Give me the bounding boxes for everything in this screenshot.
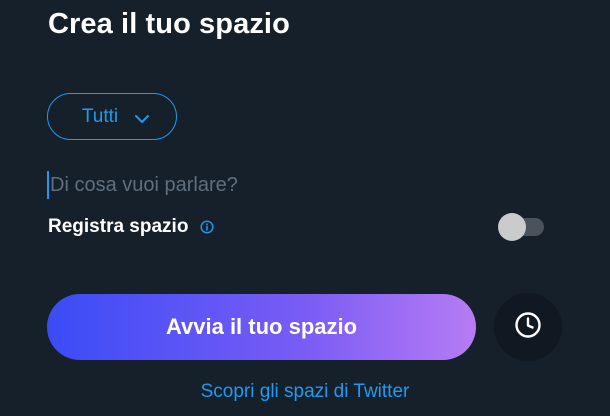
audience-selector[interactable]: Tutti bbox=[47, 93, 177, 140]
record-space-toggle[interactable] bbox=[498, 213, 546, 241]
record-space-row: Registra spazio bbox=[48, 214, 214, 240]
discover-spaces-link[interactable]: Scopri gli spazi di Twitter bbox=[0, 381, 610, 403]
discover-spaces-label: Scopri gli spazi di Twitter bbox=[200, 381, 410, 402]
topic-input[interactable] bbox=[50, 173, 430, 197]
text-cursor bbox=[47, 171, 49, 199]
topic-field bbox=[47, 168, 467, 202]
start-space-button[interactable]: Avvia il tuo spazio bbox=[47, 294, 476, 360]
audience-selector-label: Tutti bbox=[81, 105, 119, 127]
schedule-button[interactable] bbox=[494, 293, 562, 361]
clock-icon bbox=[513, 310, 543, 345]
info-icon[interactable] bbox=[200, 220, 214, 234]
page-title: Crea il tuo spazio bbox=[48, 8, 290, 40]
record-space-label: Registra spazio bbox=[48, 216, 189, 237]
toggle-knob bbox=[498, 213, 526, 241]
chevron-down-icon bbox=[134, 114, 150, 124]
start-space-label: Avvia il tuo spazio bbox=[165, 314, 358, 339]
